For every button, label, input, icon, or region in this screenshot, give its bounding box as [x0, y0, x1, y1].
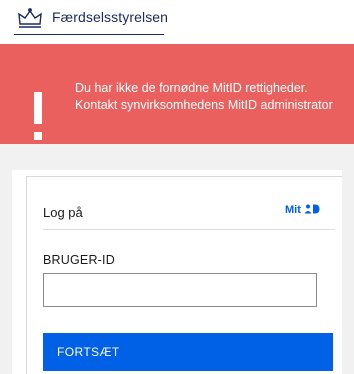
user-id-label: BRUGER-ID: [43, 253, 115, 267]
mitid-icon: [304, 204, 320, 214]
mitid-logo: Mit: [285, 204, 320, 216]
mitid-logo-text: Mit: [285, 204, 301, 216]
page-background-right: [342, 144, 354, 374]
crown-icon: [18, 8, 42, 28]
error-alert: Du har ikke de fornødne MitID rettighede…: [0, 44, 354, 144]
card-divider: [43, 229, 335, 230]
login-title: Log på: [43, 205, 83, 220]
agency-name[interactable]: Færdselsstyrelsen: [52, 9, 168, 25]
continue-button[interactable]: FORTSÆT: [43, 333, 333, 371]
login-card: Log på Mit BRUGER-ID FORTSÆT: [26, 176, 342, 374]
page-background-left: [0, 144, 12, 374]
alert-message: Du har ikke de fornødne MitID rettighede…: [75, 81, 333, 112]
user-id-input[interactable]: [43, 273, 317, 307]
header-underline: [14, 34, 164, 35]
site-header: Færdselsstyrelsen: [0, 0, 354, 44]
page-background: [0, 144, 354, 170]
